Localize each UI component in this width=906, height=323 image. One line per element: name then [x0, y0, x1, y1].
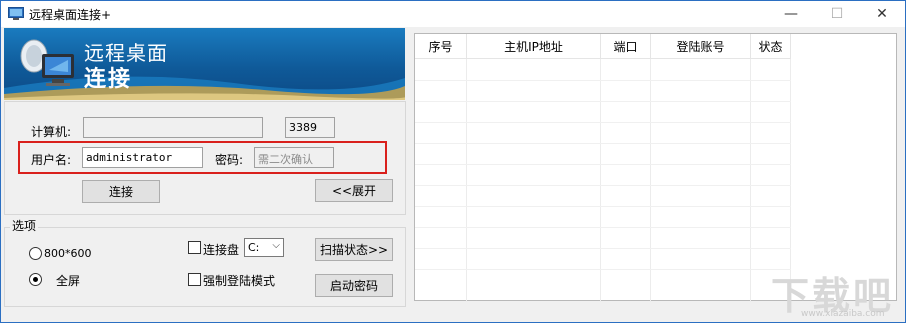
chevron-down-icon: ⌵: [272, 240, 280, 251]
table-header: 序号 主机IP地址 端口 登陆账号 状态: [415, 34, 791, 59]
force-login-label: 强制登陆模式: [203, 274, 276, 288]
col-header-account[interactable]: 登陆账号: [651, 34, 751, 59]
fullscreen-radio[interactable]: [29, 273, 42, 286]
banner-title-line2: 连接: [84, 67, 133, 92]
start-password-button[interactable]: 启动密码: [315, 274, 393, 297]
row-divider: [415, 122, 791, 123]
row-divider: [415, 143, 791, 144]
header-banner: 远程桌面 连接: [4, 28, 405, 100]
row-divider: [415, 227, 791, 228]
computer-label: 计算机:: [31, 125, 72, 139]
drive-select-value: C:: [248, 241, 260, 254]
column-divider: [750, 59, 751, 302]
col-header-status[interactable]: 状态: [751, 34, 791, 59]
computer-satellite-icon: [20, 39, 74, 86]
row-divider: [415, 164, 791, 165]
password-label: 密码:: [215, 153, 244, 167]
minimize-button[interactable]: —: [768, 1, 814, 27]
host-table[interactable]: 序号 主机IP地址 端口 登陆账号 状态: [414, 33, 897, 302]
expand-button[interactable]: <<展开: [315, 179, 393, 202]
connect-drive-label: 连接盘: [203, 243, 240, 257]
row-divider: [415, 80, 791, 81]
app-window: 远程桌面连接+ — ☐ ✕ 远程桌面 连接 计算机: 3389 用户名: adm…: [0, 0, 906, 323]
row-divider: [415, 101, 791, 102]
column-divider: [600, 59, 601, 302]
col-header-port[interactable]: 端口: [601, 34, 651, 59]
remote-desktop-icon: [8, 7, 24, 20]
username-label: 用户名:: [31, 153, 72, 167]
col-header-ip[interactable]: 主机IP地址: [467, 34, 601, 59]
row-divider: [415, 185, 791, 186]
resolution-800-radio[interactable]: [29, 247, 42, 260]
column-divider: [466, 59, 467, 302]
connect-drive-checkbox[interactable]: [188, 241, 201, 254]
fullscreen-label: 全屏: [56, 274, 81, 288]
resolution-800-label: 800*600: [44, 247, 92, 260]
row-divider: [415, 269, 791, 270]
title-bar[interactable]: 远程桌面连接+ — ☐ ✕: [1, 1, 905, 27]
site-watermark: 下载吧 www.xiazaiba.com: [771, 263, 901, 321]
window-title: 远程桌面连接+: [29, 8, 112, 22]
port-input[interactable]: 3389: [285, 117, 335, 138]
maximize-button[interactable]: ☐: [814, 1, 860, 27]
password-input[interactable]: 需二次确认: [254, 147, 334, 168]
computer-input[interactable]: [83, 117, 263, 138]
force-login-checkbox[interactable]: [188, 273, 201, 286]
drive-select[interactable]: C: ⌵: [244, 238, 284, 257]
username-input[interactable]: administrator: [82, 147, 203, 168]
column-divider: [650, 59, 651, 302]
watermark-url: www.xiazaiba.com: [801, 309, 885, 319]
close-button[interactable]: ✕: [859, 1, 905, 27]
row-divider: [415, 206, 791, 207]
scan-status-button[interactable]: 扫描状态>>: [315, 238, 393, 261]
col-header-index[interactable]: 序号: [415, 34, 467, 59]
options-group-title: 选项: [10, 217, 39, 234]
row-divider: [415, 248, 791, 249]
connect-button[interactable]: 连接: [82, 180, 160, 203]
